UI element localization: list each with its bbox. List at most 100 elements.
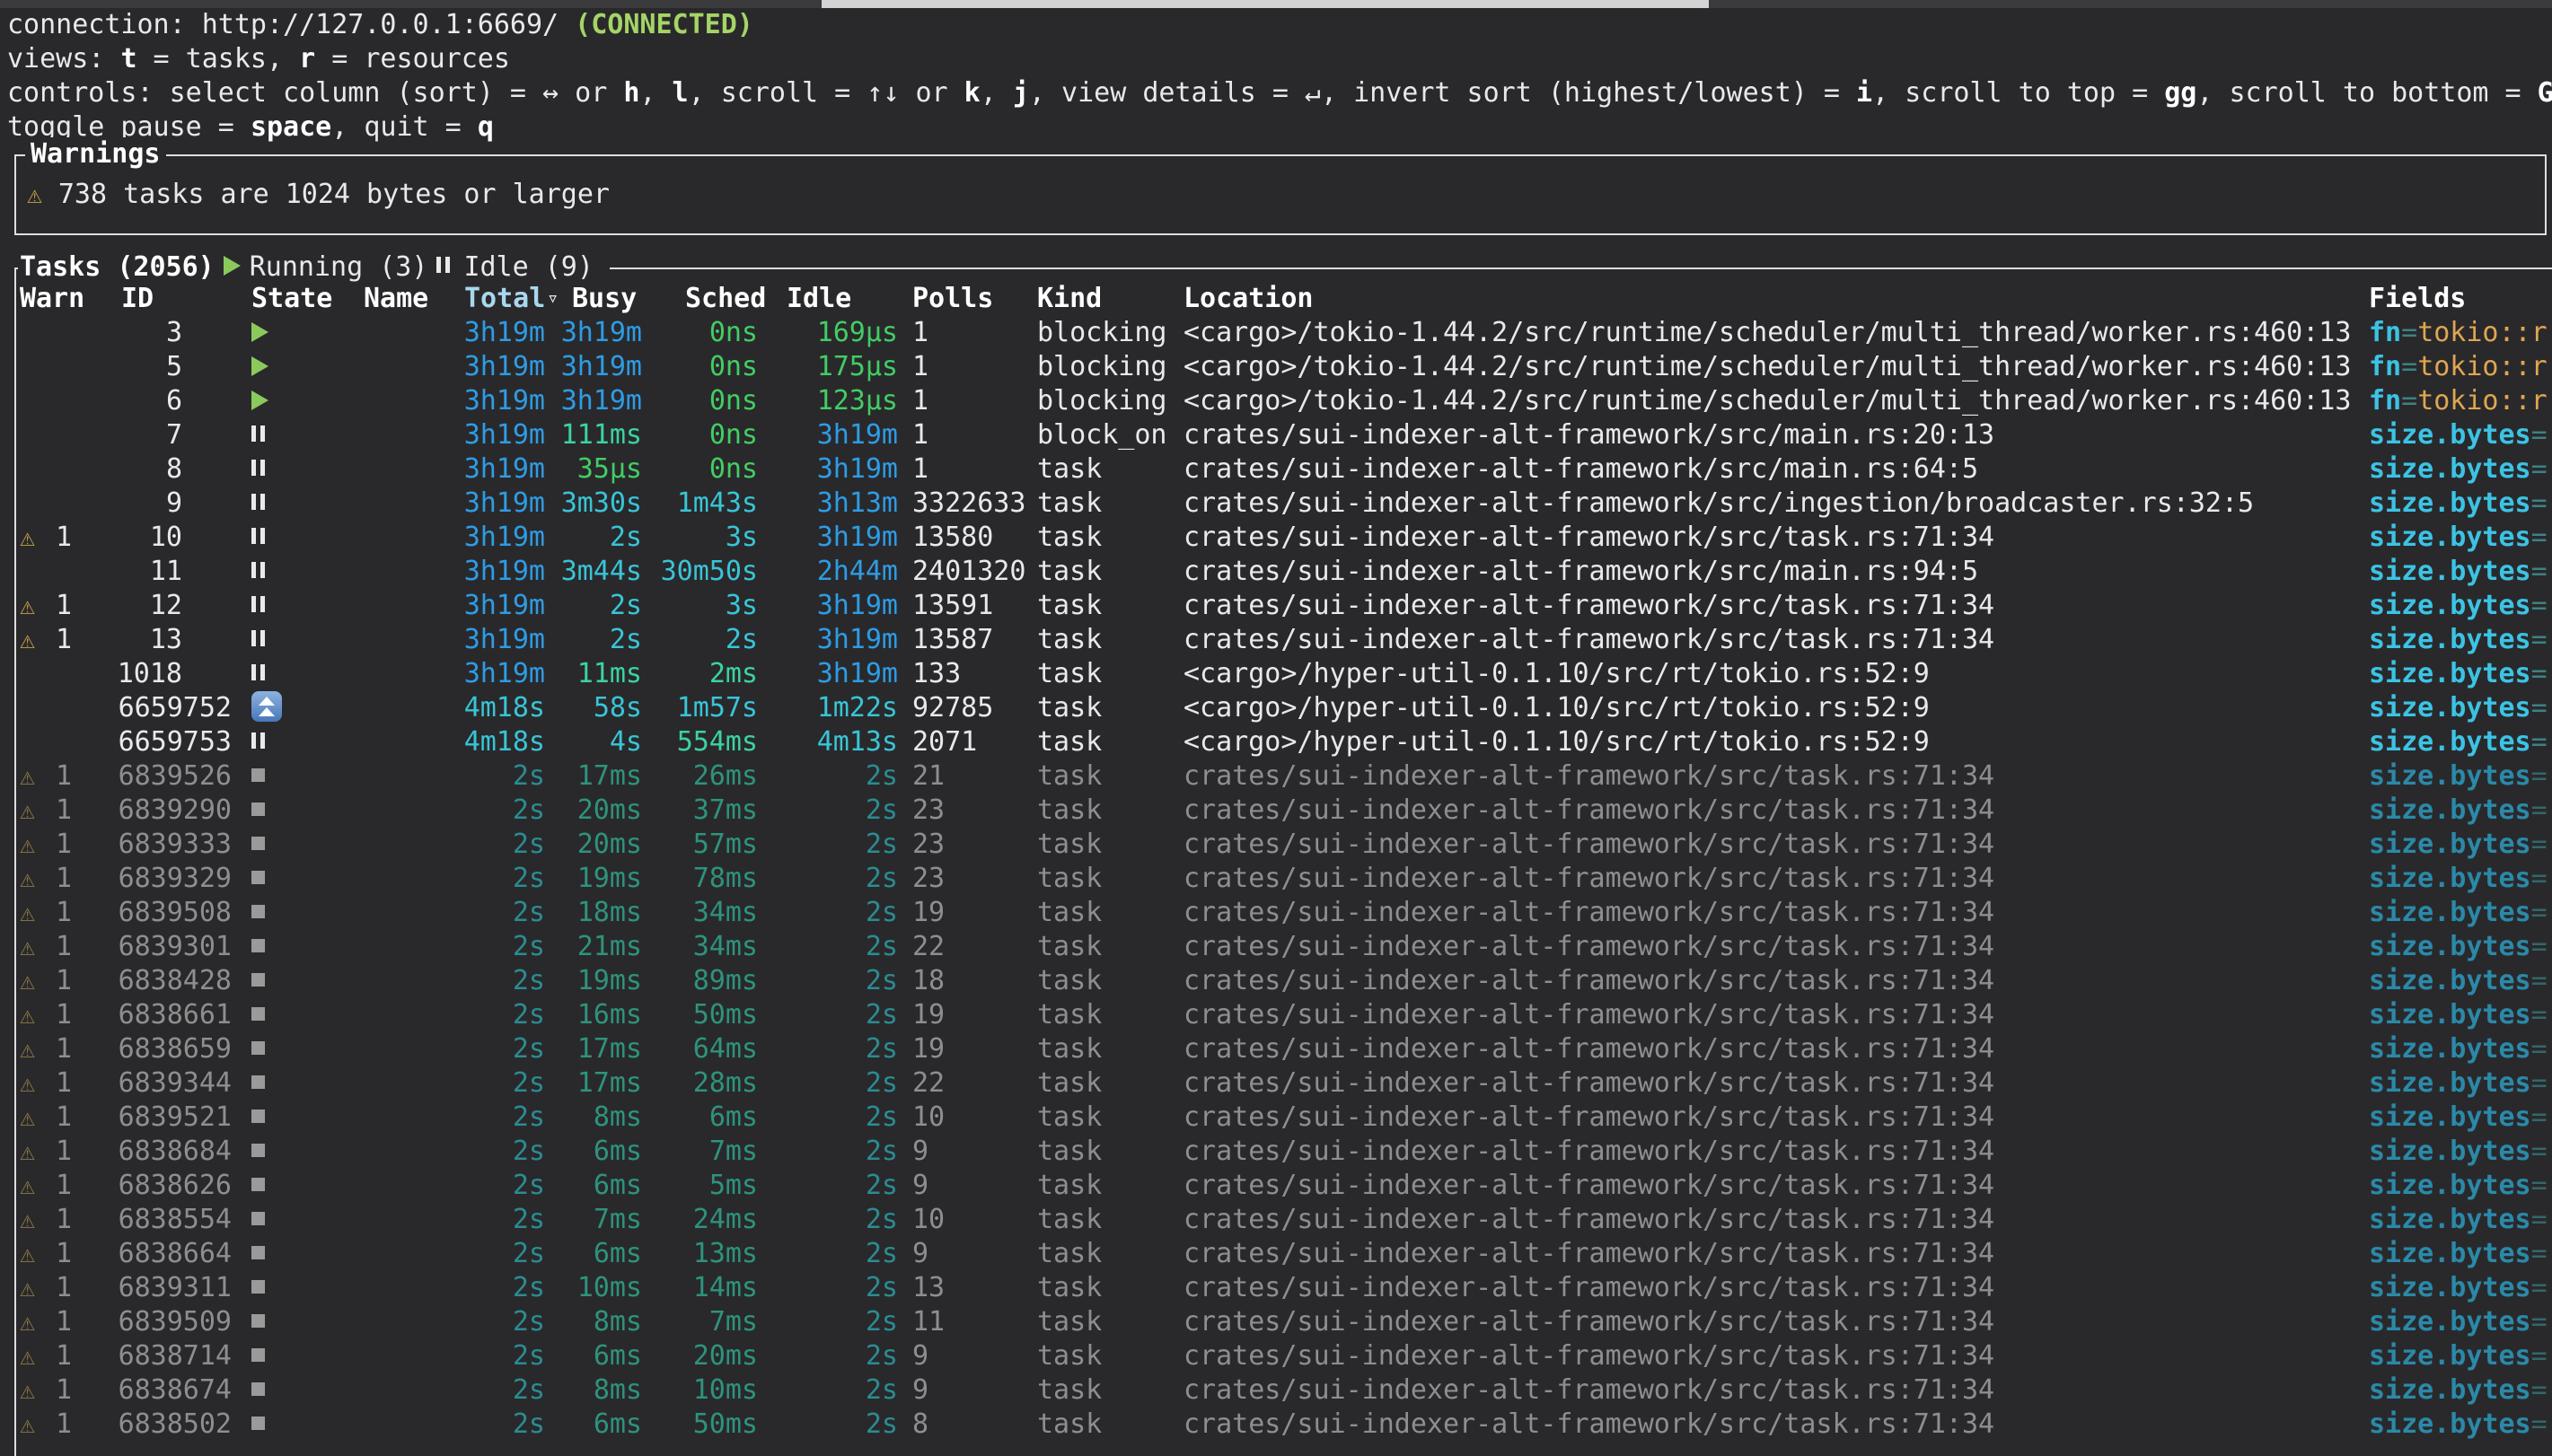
warn-count-cell: 1 bbox=[52, 1373, 88, 1408]
table-row[interactable]: 73h19m111ms0ns3h19m1block_oncrates/sui-i… bbox=[16, 418, 2552, 452]
table-row[interactable]: ⚠168386262s6ms5ms2s9taskcrates/sui-index… bbox=[16, 1169, 2552, 1203]
duration-value: 57ms bbox=[693, 829, 758, 860]
busy-cell: 3h19m bbox=[545, 316, 642, 350]
total-cell: 2s bbox=[395, 1271, 545, 1305]
connection-line: connection: http://127.0.0.1:6669/ (CONN… bbox=[7, 8, 2552, 42]
table-row[interactable]: ⚠168395262s17ms26ms2s21taskcrates/sui-in… bbox=[16, 759, 2552, 794]
column-header-polls[interactable]: Polls bbox=[912, 282, 993, 316]
sched-cell: 89ms bbox=[642, 964, 758, 998]
busy-cell: 20ms bbox=[545, 794, 642, 828]
warning-triangle-icon: ⚠ bbox=[20, 1205, 35, 1234]
kind-cell: task bbox=[1033, 759, 1184, 794]
table-row[interactable]: 10183h19m11ms2ms3h19m133task<cargo>/hype… bbox=[16, 657, 2552, 691]
column-header-warn[interactable]: Warn bbox=[20, 282, 84, 316]
table-row[interactable]: ⚠168384282s19ms89ms2s18taskcrates/sui-in… bbox=[16, 964, 2552, 998]
state-cell bbox=[232, 521, 395, 555]
kind-cell: task bbox=[1033, 1032, 1184, 1066]
polls-cell: 22 bbox=[898, 930, 1033, 964]
idle-cell: 2s bbox=[758, 1032, 898, 1066]
table-row[interactable]: ⚠168393292s19ms78ms2s23taskcrates/sui-in… bbox=[16, 862, 2552, 896]
busy-cell: 6ms bbox=[545, 1408, 642, 1442]
column-header-name[interactable]: Name bbox=[364, 282, 428, 316]
table-row[interactable]: 113h19m3m44s30m50s2h44m2401320taskcrates… bbox=[16, 555, 2552, 589]
duration-value: 2s bbox=[866, 1374, 898, 1406]
polls-cell: 19 bbox=[898, 1032, 1033, 1066]
fields-cell: size.bytes= bbox=[2369, 691, 2552, 725]
kind-cell: task bbox=[1033, 691, 1184, 725]
total-cell: 3h19m bbox=[395, 657, 545, 691]
column-header-state[interactable]: State bbox=[251, 282, 332, 316]
table-row[interactable]: 93h19m3m30s1m43s3h13m3322633taskcrates/s… bbox=[16, 487, 2552, 521]
warning-triangle-icon: ⚠ bbox=[20, 1136, 35, 1166]
duration-value: 8ms bbox=[594, 1101, 642, 1133]
table-row[interactable]: ⚠168393012s21ms34ms2s22taskcrates/sui-in… bbox=[16, 930, 2552, 964]
table-row[interactable]: 53h19m3h19m0ns175µs1blocking<cargo>/toki… bbox=[16, 350, 2552, 384]
column-header-kind[interactable]: Kind bbox=[1037, 282, 1102, 316]
duration-value: 3h13m bbox=[817, 487, 898, 519]
task-id-cell: 7 bbox=[88, 418, 232, 452]
table-row[interactable]: ⚠168393442s17ms28ms2s22taskcrates/sui-in… bbox=[16, 1066, 2552, 1101]
table-row[interactable]: ⚠1133h19m2s2s3h19m13587taskcrates/sui-in… bbox=[16, 623, 2552, 657]
column-header-idle[interactable]: Idle bbox=[787, 282, 851, 316]
table-row[interactable]: 33h19m3h19m0ns169µs1blocking<cargo>/toki… bbox=[16, 316, 2552, 350]
column-header-id[interactable]: ID bbox=[121, 282, 154, 316]
column-header-location[interactable]: Location bbox=[1184, 282, 1314, 316]
table-row[interactable]: ⚠1103h19m2s3s3h19m13580taskcrates/sui-in… bbox=[16, 521, 2552, 555]
idle-state-icon bbox=[251, 621, 269, 655]
location-cell: crates/sui-indexer-alt-framework/src/tas… bbox=[1184, 1271, 2369, 1305]
field-key: size.bytes bbox=[2369, 590, 2531, 621]
column-header-sched[interactable]: Sched bbox=[685, 282, 766, 316]
table-row[interactable]: ⚠168385542s7ms24ms2s10taskcrates/sui-ind… bbox=[16, 1203, 2552, 1237]
table-row[interactable]: ⚠168395092s8ms7ms2s11taskcrates/sui-inde… bbox=[16, 1305, 2552, 1339]
fields-cell: size.bytes= bbox=[2369, 964, 2552, 998]
busy-cell: 3m30s bbox=[545, 487, 642, 521]
state-cell bbox=[232, 759, 395, 794]
table-row[interactable]: 66597524m18s58s1m57s1m22s92785task<cargo… bbox=[16, 691, 2552, 725]
duration-value: 2s bbox=[513, 1306, 545, 1338]
field-key: size.bytes bbox=[2369, 1408, 2531, 1440]
table-row[interactable]: ⚠168393112s10ms14ms2s13taskcrates/sui-in… bbox=[16, 1271, 2552, 1305]
table-row[interactable]: ⚠168392902s20ms37ms2s23taskcrates/sui-in… bbox=[16, 794, 2552, 828]
duration-value: 2s bbox=[513, 863, 545, 894]
fields-cell: size.bytes= bbox=[2369, 1237, 2552, 1271]
field-equals: = bbox=[2531, 931, 2548, 962]
polls-cell: 1 bbox=[898, 384, 1033, 418]
location-cell: crates/sui-indexer-alt-framework/src/tas… bbox=[1184, 862, 2369, 896]
table-row[interactable]: ⚠168393332s20ms57ms2s23taskcrates/sui-in… bbox=[16, 828, 2552, 862]
warn-icon-cell: ⚠ bbox=[20, 1101, 52, 1135]
stopped-state-icon bbox=[251, 871, 265, 884]
table-row[interactable]: ⚠168386842s6ms7ms2s9taskcrates/sui-index… bbox=[16, 1135, 2552, 1169]
field-key: size.bytes bbox=[2369, 487, 2531, 519]
table-row[interactable]: ⚠168395082s18ms34ms2s19taskcrates/sui-in… bbox=[16, 896, 2552, 930]
warnings-panel: Warnings ⚠ 738 tasks are 1024 bytes or l… bbox=[14, 154, 2547, 235]
duration-value: 3h19m bbox=[464, 624, 545, 655]
table-row[interactable]: ⚠168386642s6ms13ms2s9taskcrates/sui-inde… bbox=[16, 1237, 2552, 1271]
column-header-fields[interactable]: Fields bbox=[2369, 282, 2466, 316]
fields-cell: size.bytes= bbox=[2369, 1408, 2552, 1442]
table-row[interactable]: ⚠1123h19m2s3s3h19m13591taskcrates/sui-in… bbox=[16, 589, 2552, 623]
idle-cell: 3h13m bbox=[758, 487, 898, 521]
table-row[interactable]: 83h19m35µs0ns3h19m1taskcrates/sui-indexe… bbox=[16, 452, 2552, 487]
help-text: , quit = bbox=[331, 111, 478, 143]
polls-cell: 18 bbox=[898, 964, 1033, 998]
table-row[interactable]: ⚠168386592s17ms64ms2s19taskcrates/sui-in… bbox=[16, 1032, 2552, 1066]
table-row[interactable]: ⚠168387142s6ms20ms2s9taskcrates/sui-inde… bbox=[16, 1339, 2552, 1373]
warning-triangle-icon: ⚠ bbox=[20, 1034, 35, 1064]
idle-cell: 2s bbox=[758, 998, 898, 1032]
table-row[interactable]: ⚠168386612s16ms50ms2s19taskcrates/sui-in… bbox=[16, 998, 2552, 1032]
table-row[interactable]: ⚠168395212s8ms6ms2s10taskcrates/sui-inde… bbox=[16, 1101, 2552, 1135]
table-row[interactable]: 63h19m3h19m0ns123µs1blocking<cargo>/toki… bbox=[16, 384, 2552, 418]
state-cell bbox=[232, 589, 395, 623]
warn-count-cell: 1 bbox=[52, 1169, 88, 1203]
polls-cell: 13587 bbox=[898, 623, 1033, 657]
column-header-total[interactable]: Total bbox=[464, 282, 545, 316]
field-key: size.bytes bbox=[2369, 931, 2531, 962]
location-cell: crates/sui-indexer-alt-framework/src/tas… bbox=[1184, 1203, 2369, 1237]
help-text: , scroll to top = bbox=[1872, 77, 2164, 109]
table-row[interactable]: ⚠168385022s6ms50ms2s8taskcrates/sui-inde… bbox=[16, 1408, 2552, 1442]
column-header-busy[interactable]: Busy bbox=[572, 282, 637, 316]
task-id-cell: 6838664 bbox=[88, 1237, 232, 1271]
warn-count-cell: 1 bbox=[52, 759, 88, 794]
table-row[interactable]: ⚠168386742s8ms10ms2s9taskcrates/sui-inde… bbox=[16, 1373, 2552, 1408]
table-row[interactable]: 66597534m18s4s554ms4m13s2071task<cargo>/… bbox=[16, 725, 2552, 759]
